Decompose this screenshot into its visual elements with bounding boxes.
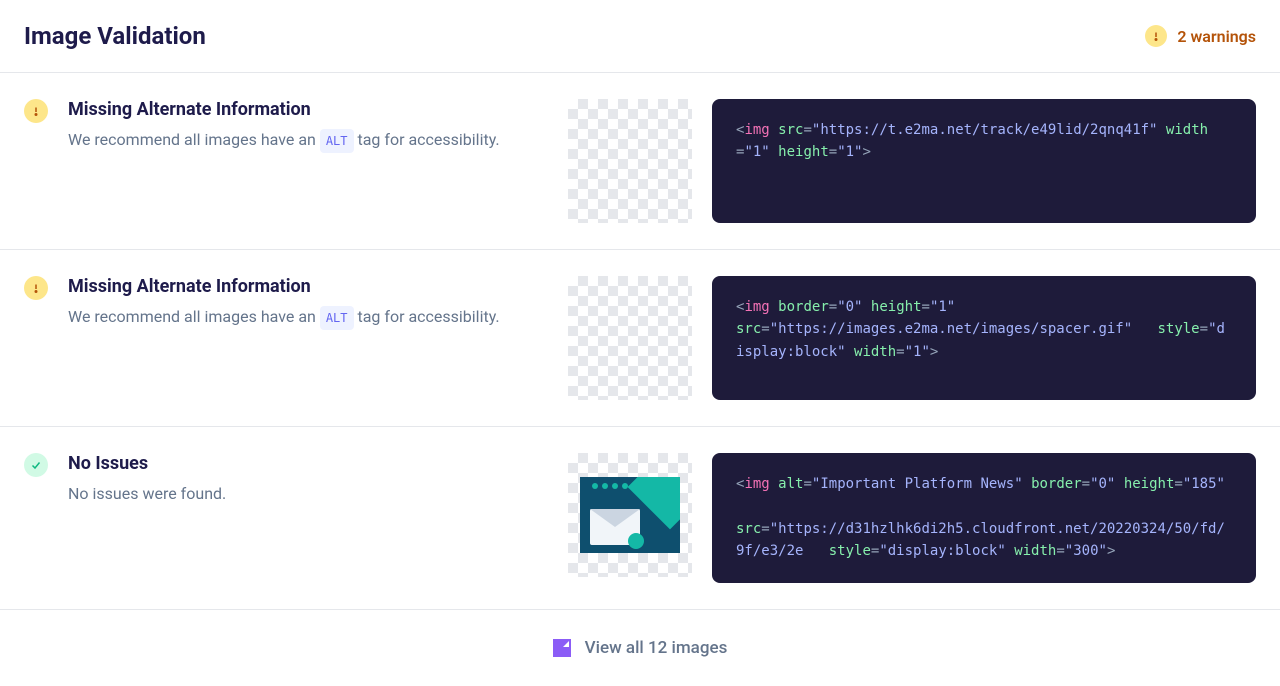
warning-icon: [24, 99, 48, 123]
validation-row: Missing Alternate Information We recommen…: [0, 250, 1280, 427]
success-icon: [24, 453, 48, 477]
image-thumbnail[interactable]: [568, 99, 692, 223]
row-title: No Issues: [68, 453, 548, 474]
footer: View all 12 images: [0, 610, 1280, 686]
row-description: We recommend all images have an ALT tag …: [68, 305, 548, 330]
warning-icon: [1145, 25, 1167, 47]
row-title: Missing Alternate Information: [68, 99, 548, 120]
view-all-link[interactable]: View all 12 images: [553, 638, 728, 658]
row-title: Missing Alternate Information: [68, 276, 548, 297]
validation-row: Missing Alternate Information We recommen…: [0, 73, 1280, 250]
image-thumbnail[interactable]: [568, 276, 692, 400]
page-title: Image Validation: [24, 22, 206, 50]
alt-tag-badge: ALT: [320, 129, 354, 153]
row-text: No Issues No issues were found.: [68, 453, 548, 506]
header: Image Validation 2 warnings: [0, 0, 1280, 73]
warnings-count: 2 warnings: [1177, 27, 1256, 46]
row-text: Missing Alternate Information We recommen…: [68, 99, 548, 153]
code-block[interactable]: <img border="0" height="1" src="https://…: [712, 276, 1256, 400]
warnings-badge[interactable]: 2 warnings: [1145, 25, 1256, 47]
external-link-icon: [553, 639, 571, 657]
code-block[interactable]: <img src="https://t.e2ma.net/track/e49li…: [712, 99, 1256, 223]
image-thumbnail[interactable]: [568, 453, 692, 577]
code-block[interactable]: <img alt="Important Platform News" borde…: [712, 453, 1256, 583]
row-description: No issues were found.: [68, 482, 548, 506]
row-description: We recommend all images have an ALT tag …: [68, 128, 548, 153]
alt-tag-badge: ALT: [320, 306, 354, 330]
view-all-text: View all 12 images: [585, 638, 728, 658]
validation-row: No Issues No issues were found. <img alt="…: [0, 427, 1280, 610]
warning-icon: [24, 276, 48, 300]
row-text: Missing Alternate Information We recommen…: [68, 276, 548, 330]
